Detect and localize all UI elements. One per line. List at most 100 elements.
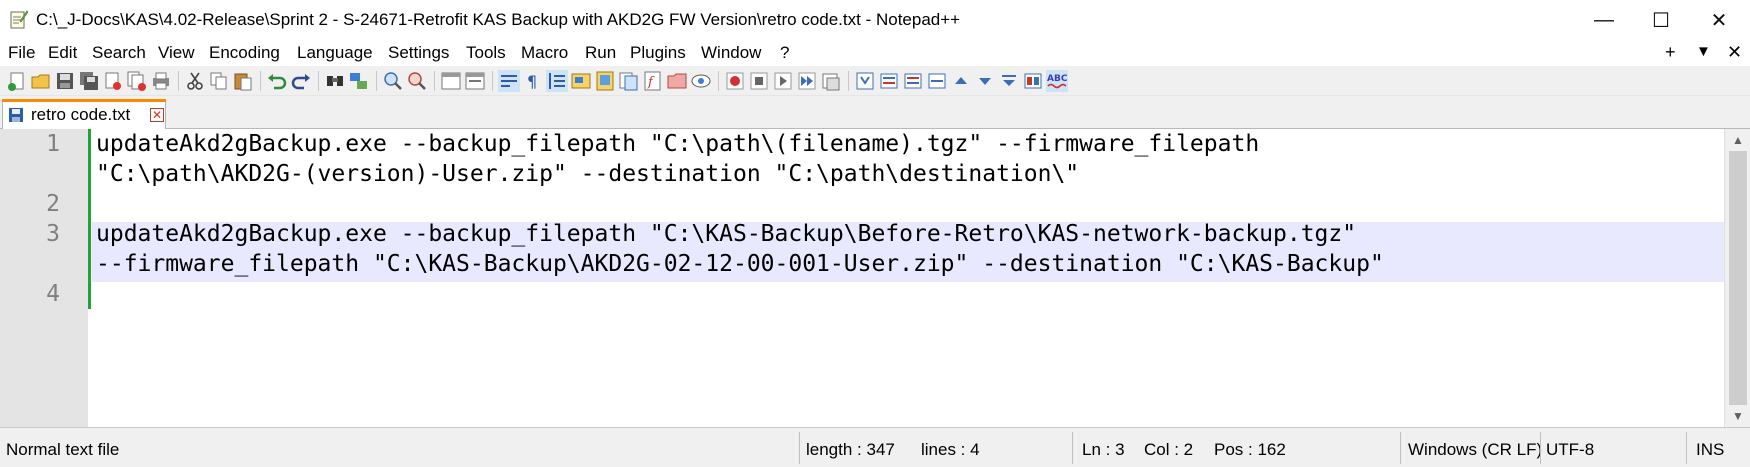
word-wrap-icon[interactable]	[498, 70, 520, 92]
toolbar-separator	[848, 71, 849, 91]
plugin-a-icon[interactable]	[854, 70, 876, 92]
toolbar: ¶ f ABC	[0, 66, 1750, 96]
zoom-in-icon[interactable]	[382, 70, 404, 92]
status-length: length : 347	[806, 440, 895, 459]
notepad-plus-plus-icon	[10, 10, 28, 29]
open-file-icon[interactable]	[30, 70, 52, 92]
scroll-down-arrow-icon[interactable]: ▼	[1725, 405, 1750, 427]
title-bar: C:\_J-Docs\KAS\4.02-Release\Sprint 2 - S…	[0, 0, 1750, 40]
toolbar-separator	[718, 71, 719, 91]
sync-horizontal-icon[interactable]	[464, 70, 486, 92]
menu-file[interactable]: File	[8, 43, 35, 63]
menu-language[interactable]: Language	[297, 43, 373, 63]
active-tab-indicator	[2, 99, 166, 102]
record-macro-icon[interactable]	[724, 70, 746, 92]
plugin-f-icon[interactable]	[1022, 70, 1044, 92]
svg-text:¶: ¶	[527, 72, 537, 91]
menu-bar: File Edit Search View Encoding Language …	[0, 40, 1750, 66]
stop-recording-icon[interactable]	[748, 70, 770, 92]
minimize-button[interactable]: —	[1575, 0, 1633, 40]
tab-retro-code[interactable]: retro code.txt ✕	[2, 99, 166, 129]
status-separator	[1072, 432, 1073, 464]
user-defined-language-icon[interactable]	[570, 70, 592, 92]
save-macro-icon[interactable]	[820, 70, 842, 92]
spell-check-icon[interactable]: ABC	[1046, 70, 1068, 92]
document-map-icon[interactable]	[594, 70, 616, 92]
menu-run[interactable]: Run	[585, 43, 616, 63]
status-separator	[1540, 432, 1541, 464]
move-down-icon[interactable]	[974, 70, 996, 92]
copy-icon[interactable]	[208, 70, 230, 92]
editor-pane[interactable]: 1 2 3 4 updateAkd2gBackup.exe --backup_f…	[0, 129, 1750, 427]
code-line[interactable]: --firmware_filepath "C:\KAS-Backup\AKD2G…	[96, 249, 1384, 279]
status-bar: Normal text file length : 347 lines : 4 …	[0, 427, 1750, 467]
toolbar-separator	[434, 71, 435, 91]
plugin-b-icon[interactable]	[878, 70, 900, 92]
scrollbar-thumb[interactable]	[1729, 151, 1747, 405]
close-icon[interactable]	[102, 70, 124, 92]
tab-label: retro code.txt	[31, 105, 131, 124]
plugin-e-icon[interactable]	[998, 70, 1020, 92]
find-icon[interactable]	[324, 70, 346, 92]
menu-macro[interactable]: Macro	[521, 43, 568, 63]
menu-view[interactable]: View	[158, 43, 195, 63]
svg-text:ABC: ABC	[1047, 74, 1068, 84]
show-all-characters-icon[interactable]: ¶	[522, 70, 544, 92]
undo-icon[interactable]	[266, 70, 288, 92]
window-title: C:\_J-Docs\KAS\4.02-Release\Sprint 2 - S…	[36, 10, 961, 29]
redo-icon[interactable]	[290, 70, 312, 92]
function-list-icon[interactable]: f	[642, 70, 664, 92]
line-number: 1	[46, 131, 60, 157]
status-separator	[799, 432, 800, 464]
replace-icon[interactable]	[348, 70, 370, 92]
new-file-icon[interactable]	[6, 70, 28, 92]
move-up-icon[interactable]	[950, 70, 972, 92]
close-document-icon[interactable]: ✕	[1727, 41, 1742, 63]
save-all-icon[interactable]	[78, 70, 100, 92]
monitoring-icon[interactable]	[690, 70, 712, 92]
tab-bar: retro code.txt ✕	[0, 96, 1750, 129]
plugin-d-icon[interactable]	[926, 70, 948, 92]
toolbar-separator	[376, 71, 377, 91]
menu-window[interactable]: Window	[701, 43, 761, 63]
line-number-gutter: 1 2 3 4	[0, 129, 88, 427]
paste-icon[interactable]	[232, 70, 254, 92]
toolbar-separator	[492, 71, 493, 91]
print-icon[interactable]	[150, 70, 172, 92]
document-list-icon[interactable]	[618, 70, 640, 92]
new-tab-plus-icon[interactable]: +	[1665, 41, 1676, 63]
close-all-icon[interactable]	[126, 70, 148, 92]
menu-settings[interactable]: Settings	[388, 43, 449, 63]
menu-encoding[interactable]: Encoding	[209, 43, 280, 63]
scroll-up-arrow-icon[interactable]: ▲	[1725, 129, 1750, 151]
status-separator	[1400, 432, 1401, 464]
status-eol[interactable]: Windows (CR LF)	[1408, 440, 1542, 460]
sync-vertical-icon[interactable]	[440, 70, 462, 92]
save-icon[interactable]	[54, 70, 76, 92]
line-number: 3	[46, 221, 60, 247]
code-line[interactable]: updateAkd2gBackup.exe --backup_filepath …	[96, 129, 1259, 159]
folder-as-workspace-icon[interactable]	[666, 70, 688, 92]
line-number: 4	[46, 281, 60, 307]
status-encoding[interactable]: UTF-8	[1546, 440, 1594, 460]
vertical-scrollbar[interactable]: ▲ ▼	[1724, 129, 1750, 427]
status-col: Col : 2	[1144, 440, 1194, 459]
code-line[interactable]: updateAkd2gBackup.exe --backup_filepath …	[96, 219, 1356, 249]
menu-tools[interactable]: Tools	[466, 43, 506, 63]
menu-edit[interactable]: Edit	[48, 43, 77, 63]
cut-icon[interactable]	[184, 70, 206, 92]
code-line[interactable]: "C:\path\AKD2G-(version)-User.zip" --des…	[96, 159, 1079, 189]
zoom-out-icon[interactable]	[406, 70, 428, 92]
menu-help[interactable]: ?	[780, 43, 789, 63]
maximize-button[interactable]: ☐	[1632, 0, 1690, 40]
menu-plugins[interactable]: Plugins	[630, 43, 686, 63]
status-mode: INS	[1696, 440, 1725, 459]
run-macro-multiple-icon[interactable]	[796, 70, 818, 92]
indent-guide-icon[interactable]	[546, 70, 568, 92]
menu-search[interactable]: Search	[92, 43, 146, 63]
close-window-button[interactable]: ✕	[1690, 0, 1748, 40]
tab-close-icon[interactable]: ✕	[150, 108, 164, 122]
plugin-c-icon[interactable]	[902, 70, 924, 92]
playback-macro-icon[interactable]	[772, 70, 794, 92]
tab-list-dropdown-icon[interactable]: ▼	[1696, 41, 1711, 63]
